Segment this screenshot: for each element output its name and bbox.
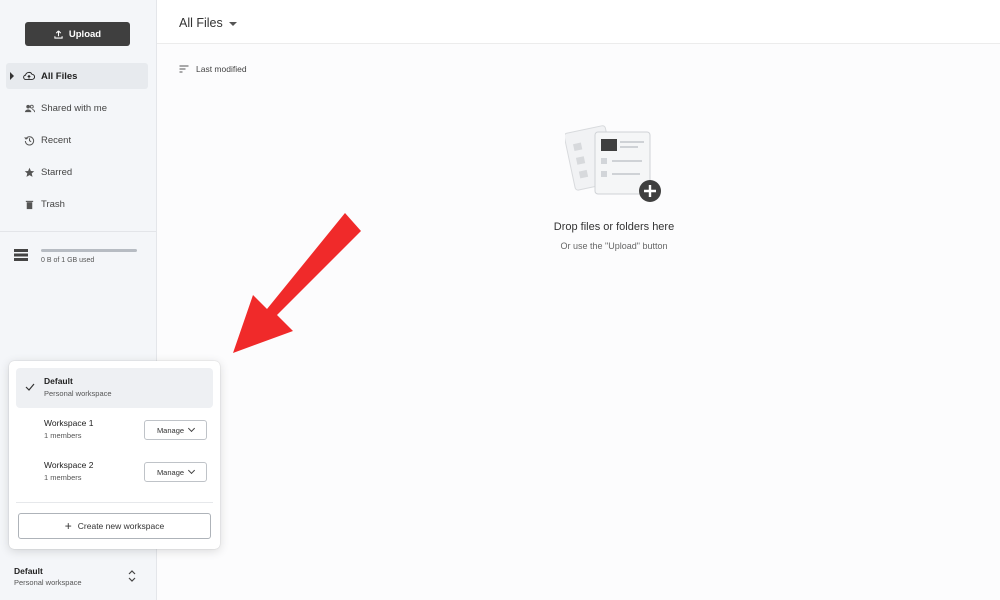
menu-divider [16, 502, 213, 503]
upload-button[interactable]: Upload [25, 22, 130, 46]
chevron-down-icon [188, 424, 196, 433]
sort-icon [179, 65, 189, 73]
empty-folder-illustration [565, 125, 661, 202]
chevron-up-down-icon [128, 570, 136, 582]
sidebar-item-label: All Files [41, 70, 78, 82]
workspace-switcher[interactable]: Default Personal workspace [0, 560, 156, 600]
star-icon [23, 166, 35, 178]
workspace-option-2[interactable]: Workspace 2 1 members Manage [16, 452, 213, 492]
manage-workspace-2-button[interactable]: Manage [144, 462, 207, 482]
sidebar-item-trash[interactable]: Trash [6, 191, 148, 217]
storage-progress-bar [41, 249, 137, 252]
plus-icon: + [64, 519, 72, 533]
sidebar-item-all-files[interactable]: All Files [6, 63, 148, 89]
sidebar-item-label: Starred [41, 166, 73, 178]
create-workspace-button[interactable]: + Create new workspace [18, 513, 211, 539]
workspace-menu: Default Personal workspace Workspace 1 1… [9, 361, 220, 549]
sidebar-item-starred[interactable]: Starred [6, 159, 148, 185]
upload-icon [54, 30, 63, 39]
sidebar-item-label: Recent [41, 134, 72, 146]
page-title: All Files [179, 16, 223, 30]
chevron-down-icon [188, 466, 196, 475]
workspace-name: Default [44, 376, 73, 386]
sidebar-divider [0, 231, 156, 232]
manage-button-label: Manage [156, 467, 185, 477]
check-icon [25, 383, 35, 391]
workspace-switcher-subtitle: Personal workspace [14, 578, 82, 587]
main-header: All Files [157, 0, 1000, 44]
folder-title-dropdown[interactable]: All Files [179, 16, 237, 30]
manage-button-label: Manage [156, 425, 185, 435]
empty-state-title: Drop files or folders here [553, 221, 675, 233]
history-icon [23, 134, 35, 146]
manage-workspace-1-button[interactable]: Manage [144, 420, 207, 440]
workspace-subtitle: 1 members [44, 473, 82, 482]
empty-state-subtitle: Or use the "Upload" button [560, 241, 668, 251]
caret-right-icon [10, 72, 14, 80]
sidebar-item-label: Trash [41, 198, 65, 210]
sort-control[interactable]: Last modified [179, 64, 247, 74]
sidebar-nav: All Files Shared with me Recent Starred … [6, 63, 148, 223]
sidebar-item-label: Shared with me [41, 102, 108, 114]
workspace-option-1[interactable]: Workspace 1 1 members Manage [16, 410, 213, 450]
sidebar-item-recent[interactable]: Recent [6, 127, 148, 153]
sidebar-item-shared-with-me[interactable]: Shared with me [6, 95, 148, 121]
annotation-arrow [233, 213, 361, 353]
storage-icon [14, 249, 28, 261]
trash-icon [23, 198, 35, 210]
cloud-upload-icon [23, 70, 35, 82]
upload-button-label: Upload [68, 28, 102, 40]
workspace-name: Workspace 2 [44, 460, 94, 470]
workspace-switcher-name: Default [14, 566, 43, 576]
workspace-subtitle: Personal workspace [44, 389, 112, 398]
workspace-subtitle: 1 members [44, 431, 82, 440]
caret-down-icon [228, 21, 237, 26]
sort-label: Last modified [196, 64, 247, 74]
people-icon [23, 102, 35, 114]
workspace-option-default[interactable]: Default Personal workspace [16, 368, 213, 408]
storage-text: 0 B of 1 GB used [41, 257, 95, 264]
workspace-name: Workspace 1 [44, 418, 94, 428]
create-workspace-label: Create new workspace [77, 521, 165, 531]
